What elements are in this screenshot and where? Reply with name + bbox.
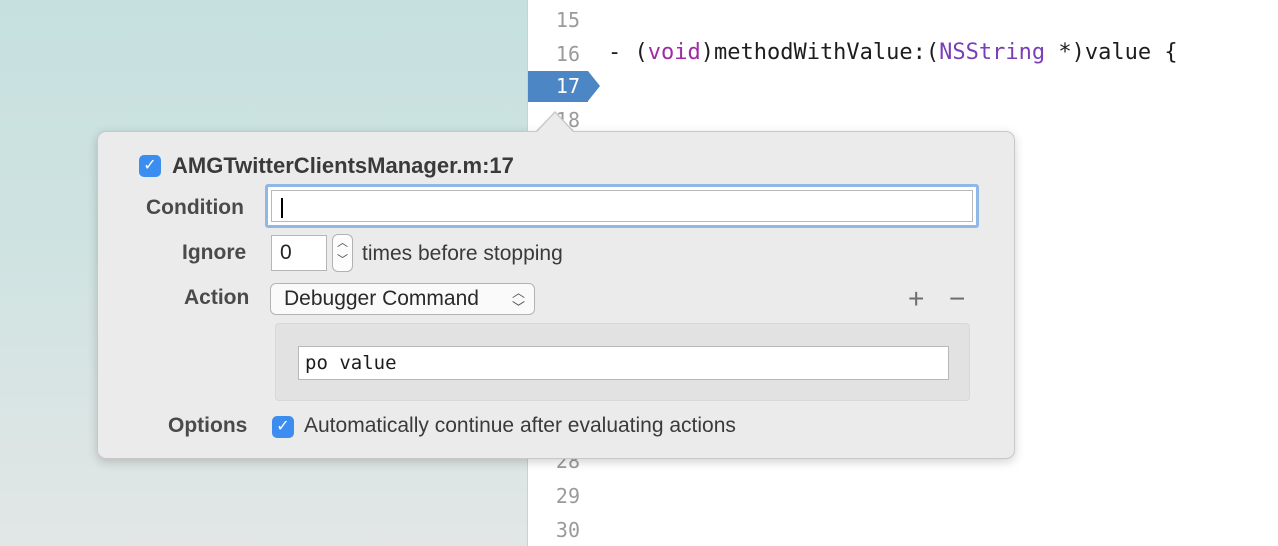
condition-input-field[interactable] <box>271 190 973 222</box>
code-line-16: - (void)methodWithValue:(NSString *)valu… <box>608 40 1178 65</box>
breakpoint-enabled-checkbox[interactable]: ✓ <box>139 155 161 177</box>
breakpoint-title: AMGTwitterClientsManager.m:17 <box>172 153 514 178</box>
condition-label: Condition <box>146 196 244 219</box>
remove-action-button[interactable]: − <box>949 285 965 313</box>
stepper-up-icon[interactable]: ︿ <box>333 235 352 252</box>
stepper-down-icon[interactable]: ﹀ <box>333 252 352 269</box>
breakpoint-line-number: 17 <box>555 74 580 98</box>
ignore-count-input[interactable]: 0 <box>271 235 327 271</box>
action-type-popup[interactable]: Debugger Command ︿ ﹀ <box>270 283 535 315</box>
line-number: 16 <box>555 42 580 66</box>
ignore-suffix-text: times before stopping <box>362 242 563 265</box>
text-caret <box>281 198 283 218</box>
debugger-command-input[interactable]: po value <box>298 346 949 380</box>
action-type-value: Debugger Command <box>284 287 479 310</box>
ignore-count-stepper[interactable]: ︿ ﹀ <box>332 234 353 272</box>
popover-arrow-fill <box>536 113 574 133</box>
line-number: 15 <box>555 8 580 32</box>
action-label: Action <box>184 286 250 309</box>
add-action-button[interactable]: + <box>908 285 924 313</box>
auto-continue-checkbox[interactable]: ✓ <box>272 416 294 438</box>
auto-continue-label[interactable]: Automatically continue after evaluating … <box>304 414 736 438</box>
line-number: 29 <box>555 484 580 508</box>
ignore-label: Ignore <box>182 241 247 264</box>
condition-input[interactable] <box>265 184 979 228</box>
chevron-updown-icon: ︿ ﹀ <box>511 285 525 315</box>
options-label: Options <box>168 414 248 437</box>
line-number: 30 <box>555 518 580 542</box>
